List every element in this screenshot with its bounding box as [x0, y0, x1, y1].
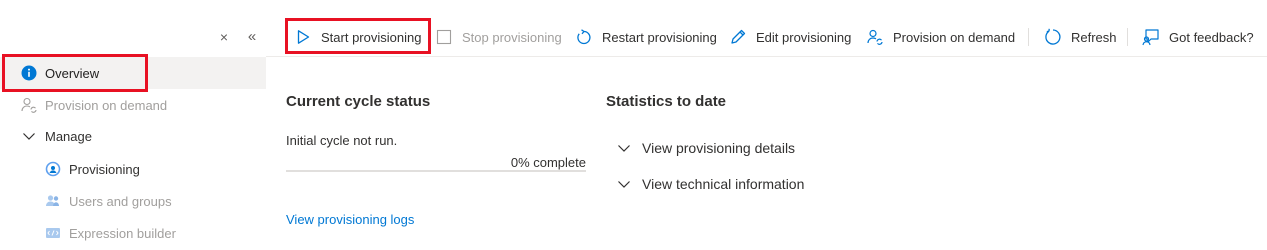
progress-label: 0% complete — [510, 155, 586, 170]
sidebar-item-overview[interactable]: Overview — [0, 57, 266, 89]
sidebar-group-manage[interactable]: Manage — [0, 120, 266, 152]
provision-user-icon — [21, 97, 37, 113]
play-icon — [294, 28, 312, 46]
start-provisioning-button[interactable]: Start provisioning — [294, 18, 421, 56]
expander-label: View technical information — [642, 176, 805, 192]
sidebar: × « Overview Provision on demand Manage … — [0, 0, 266, 250]
feedback-label: Got feedback? — [1169, 29, 1254, 45]
edit-provisioning-label: Edit provisioning — [756, 29, 852, 45]
chevron-down-icon — [21, 128, 37, 144]
chevron-down-icon — [616, 176, 632, 192]
sidebar-item-users-and-groups[interactable]: Users and groups — [0, 185, 266, 217]
edit-provisioning-button[interactable]: Edit provisioning — [729, 18, 851, 56]
sidebar-item-label: Provisioning — [69, 161, 140, 177]
sidebar-item-expression-builder[interactable]: Expression builder — [0, 217, 266, 249]
view-technical-information-expander[interactable]: View technical information — [616, 176, 804, 192]
start-provisioning-label: Start provisioning — [321, 29, 422, 45]
provisioning-icon — [45, 161, 61, 177]
sidebar-item-provisioning[interactable]: Provisioning — [0, 153, 266, 185]
toolbar-divider — [1028, 28, 1029, 46]
users-icon — [45, 193, 61, 209]
view-provisioning-logs-link[interactable]: View provisioning logs — [286, 212, 414, 227]
pencil-icon — [729, 28, 747, 46]
toolbar-divider — [1127, 28, 1128, 46]
refresh-icon — [1044, 28, 1062, 46]
collapse-sidebar-icon[interactable]: « — [242, 27, 262, 47]
expander-label: View provisioning details — [642, 140, 796, 156]
provision-user-icon — [866, 28, 884, 46]
expression-icon — [45, 225, 61, 241]
restart-provisioning-label: Restart provisioning — [602, 29, 717, 45]
refresh-button[interactable]: Refresh — [1044, 18, 1117, 56]
stop-icon — [435, 28, 453, 46]
sidebar-item-provision-on-demand[interactable]: Provision on demand — [0, 89, 266, 121]
sidebar-item-label: Overview — [45, 65, 100, 81]
command-bar: Start provisioning Stop provisioning Res… — [266, 18, 1267, 56]
current-cycle-title: Current cycle status — [286, 93, 431, 110]
sidebar-controls: × « — [206, 27, 266, 47]
close-icon[interactable]: × — [214, 27, 234, 47]
restart-icon — [575, 28, 593, 46]
view-provisioning-details-expander[interactable]: View provisioning details — [616, 140, 795, 156]
toolbar-divider-line — [266, 56, 1267, 57]
restart-provisioning-button[interactable]: Restart provisioning — [575, 18, 717, 56]
chevron-down-icon — [616, 140, 632, 156]
feedback-button[interactable]: Got feedback? — [1142, 18, 1254, 56]
sidebar-item-label: Provision on demand — [45, 97, 168, 113]
cycle-status-text: Initial cycle not run. — [286, 133, 398, 148]
refresh-label: Refresh — [1071, 29, 1117, 45]
info-icon — [21, 65, 37, 81]
statistics-title: Statistics to date — [606, 93, 727, 110]
stop-provisioning-button[interactable]: Stop provisioning — [435, 18, 562, 56]
stop-provisioning-label: Stop provisioning — [462, 29, 562, 45]
sidebar-item-label: Users and groups — [69, 193, 172, 209]
provision-on-demand-button[interactable]: Provision on demand — [866, 18, 1015, 56]
sidebar-item-label: Expression builder — [69, 225, 176, 241]
feedback-icon — [1142, 28, 1160, 46]
progress-bar — [286, 170, 586, 172]
sidebar-item-label: Manage — [45, 128, 92, 144]
provision-on-demand-label: Provision on demand — [893, 29, 1016, 45]
